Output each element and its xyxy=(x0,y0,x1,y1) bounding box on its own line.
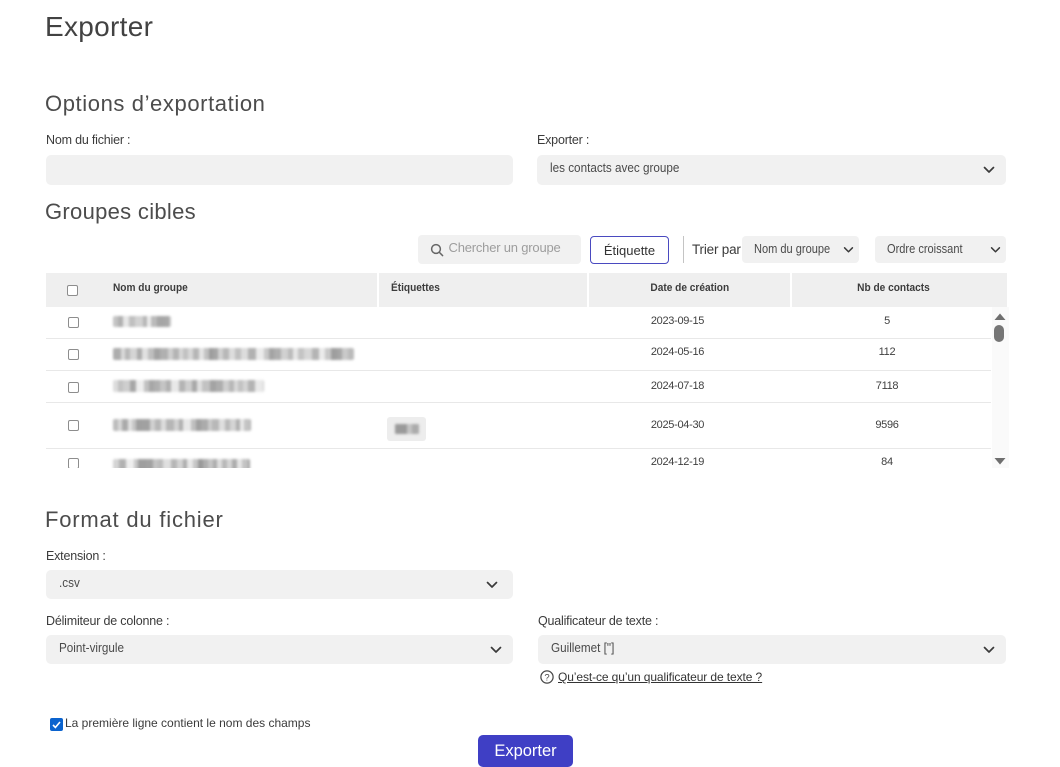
svg-text:?: ? xyxy=(544,672,549,683)
